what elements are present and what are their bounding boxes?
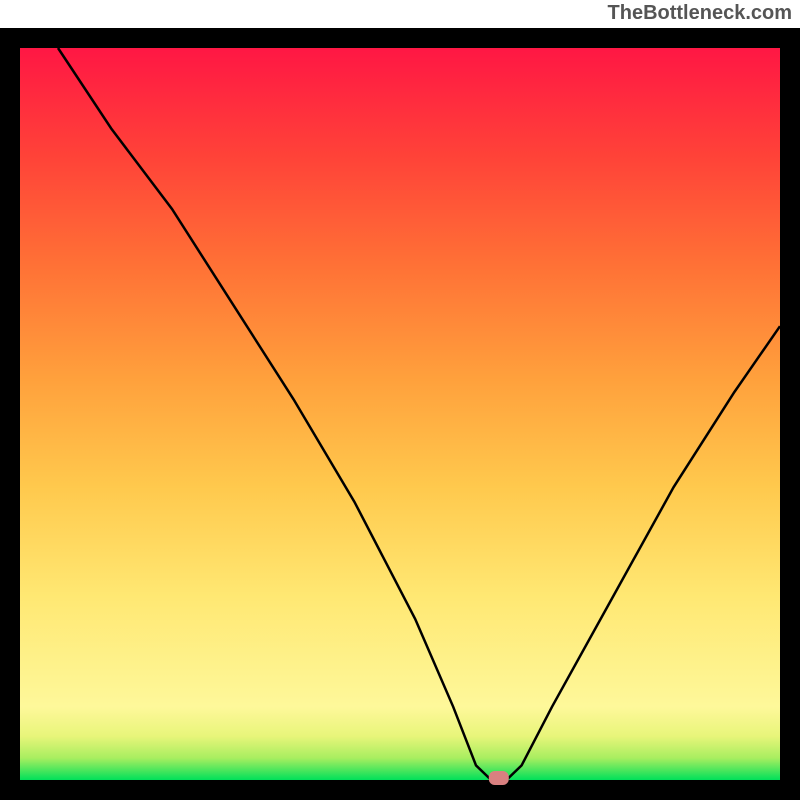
optimal-marker: [489, 771, 509, 785]
bottleneck-chart: [0, 0, 800, 800]
chart-container: TheBottleneck.com: [0, 0, 800, 800]
watermark-text: TheBottleneck.com: [608, 2, 792, 25]
